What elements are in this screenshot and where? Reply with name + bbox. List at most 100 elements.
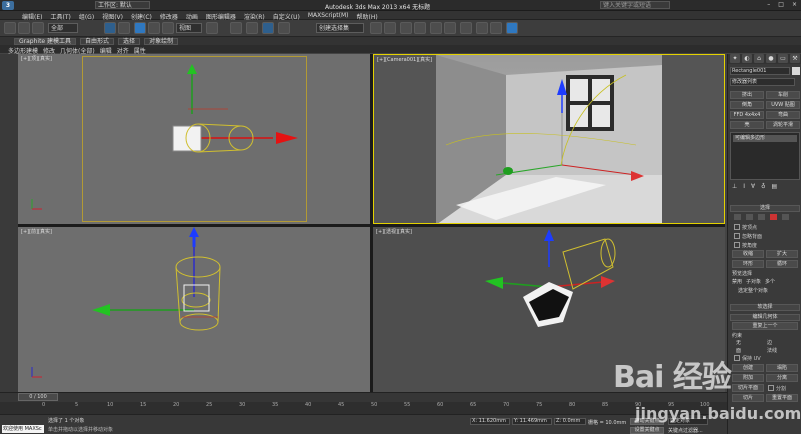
maximize-button[interactable]: □ [778,1,784,8]
rollout-selection[interactable]: 选择 [730,205,800,212]
object-name-field[interactable]: Rectangle001 [730,67,790,75]
named-selection-sets[interactable]: 创建选择集 [316,23,364,33]
create-tab-icon[interactable]: ✦ [730,54,740,63]
preview-multi-radio[interactable]: 多个 [765,278,775,285]
selection-info: 选定整个对象 [738,288,769,294]
shrink-button[interactable]: 收缩 [732,250,764,258]
collapse-button[interactable]: 塌陷 [766,364,798,372]
ffd-button[interactable]: FFD 4x4x4 [730,111,764,119]
stack-item[interactable]: 可编辑多边形 [733,135,797,142]
app-logo-icon[interactable]: 3 [2,1,14,10]
by-angle-checkbox[interactable]: 按角度 [734,242,757,249]
extrude-button[interactable]: 挤出 [730,91,764,99]
minimize-button[interactable]: – [767,1,770,8]
link-icon[interactable] [32,22,44,34]
reset-plane-button[interactable]: 重置平面 [766,394,798,402]
split-checkbox[interactable]: 分割 [768,385,786,392]
repeat-last-button[interactable]: 重复上一个 [732,322,798,330]
display-tab-icon[interactable]: ▭ [778,54,788,63]
close-button[interactable]: × [792,1,797,8]
modify-tab-icon[interactable]: ◐ [742,54,752,63]
maxscript-listener[interactable]: 欢迎使用 MAXSc [2,425,44,433]
y-coordinate-field[interactable]: Y: 11.469mm [512,418,552,425]
pin-stack-icon[interactable]: ⊥ [732,183,737,191]
constraint-none-radio[interactable]: 无 [736,339,767,346]
redo-icon[interactable] [18,22,30,34]
detach-button[interactable]: 分离 [766,374,798,382]
by-vertex-checkbox[interactable]: 按顶点 [734,224,757,231]
object-color-swatch[interactable] [792,67,800,75]
viewport-label-camera[interactable]: [+][Camera001][真实] [377,56,432,63]
render-setup-icon[interactable] [476,22,488,34]
viewport-camera[interactable]: [+][Camera001][真实] [373,54,725,224]
rollout-soft-selection[interactable]: 软选择 [730,304,800,311]
loop-button[interactable]: 循环 [766,260,798,268]
remove-modifier-icon[interactable]: ♁ [761,183,765,191]
hierarchy-tab-icon[interactable]: ⌂ [754,54,764,63]
bevel-button[interactable]: 倒角 [730,101,764,109]
tab-selection[interactable]: 选择 [118,38,141,45]
bend-button[interactable]: 弯曲 [766,111,800,119]
x-coordinate-field[interactable]: X: 11.620mm [470,418,510,425]
show-end-result-icon[interactable]: I [743,183,745,191]
preview-subobject-radio[interactable]: 子对象 [746,278,761,285]
workspace-dropdown[interactable]: 工作区: 默认 [95,1,150,9]
constraint-edge-radio[interactable]: 边 [767,339,798,346]
grow-button[interactable]: 扩大 [766,250,798,258]
rollout-edit-geometry[interactable]: 编辑几何体 [730,314,800,321]
percent-snap-icon[interactable] [262,22,274,34]
ignore-backfacing-checkbox[interactable]: 忽略背面 [734,233,762,240]
schematic-view-icon[interactable] [444,22,456,34]
modifier-list-dropdown[interactable]: 修改器列表 [730,78,795,86]
utilities-tab-icon[interactable]: ⚒ [790,54,800,63]
material-editor-icon[interactable] [460,22,472,34]
graphite-toggle-icon[interactable] [414,22,426,34]
layer-manager-icon[interactable] [400,22,412,34]
z-coordinate-field[interactable]: Z: 0.0mm [554,418,586,425]
select-object-icon[interactable] [104,22,116,34]
key-filters-button[interactable]: 关键点过滤器... [668,427,703,434]
configure-sets-icon[interactable]: ▤ [772,183,778,191]
baidu-watermark: Bai 经验 jingyan.baidu.com [613,352,801,423]
turbosmooth-button[interactable]: 涡轮平滑 [766,121,800,129]
undo-icon[interactable] [4,22,16,34]
vertex-icon[interactable] [734,214,741,220]
mirror-icon[interactable] [370,22,382,34]
snap-toggle-icon[interactable] [230,22,242,34]
spinner-snap-icon[interactable] [278,22,290,34]
viewport-front[interactable]: [+][前][真实] [18,227,370,392]
watermark-brand: Bai 经验 [613,360,732,395]
shell-button[interactable]: 壳 [730,121,764,129]
rotate-icon[interactable] [148,22,160,34]
rendered-frame-icon[interactable] [490,22,502,34]
select-by-name-icon[interactable] [118,22,130,34]
set-key-button[interactable]: 设置关键点 [630,427,664,434]
make-unique-icon[interactable]: ∀ [751,183,755,191]
reference-coordinate-system[interactable]: 视图 [176,23,202,33]
motion-tab-icon[interactable]: ● [766,54,776,63]
constraint-normal-radio[interactable]: 法线 [767,347,798,354]
pivot-center-icon[interactable] [206,22,218,34]
edge-icon[interactable] [746,214,753,220]
ring-button[interactable]: 环形 [732,260,764,268]
viewport-top[interactable]: [+][顶][真实] [18,54,370,224]
align-icon[interactable] [384,22,396,34]
polygon-icon[interactable] [770,214,777,220]
element-icon[interactable] [782,214,789,220]
select-and-move-icon[interactable] [134,22,146,34]
scale-icon[interactable] [162,22,174,34]
tab-graphite-modeling[interactable]: Graphite 建模工具 [14,38,77,45]
tab-freeform[interactable]: 自由形式 [80,38,115,45]
lathe-button[interactable]: 车削 [766,91,800,99]
curve-editor-icon[interactable] [430,22,442,34]
uvw-map-button[interactable]: UVW 贴图 [766,101,800,109]
border-icon[interactable] [758,214,765,220]
render-production-icon[interactable] [506,22,518,34]
time-slider[interactable]: 0 / 100 [18,393,58,401]
modifier-stack[interactable]: 可编辑多边形 [730,132,800,180]
search-input[interactable]: 键入关键字或短语 [600,1,670,9]
preview-disabled-radio[interactable]: 禁用 [732,278,742,285]
tab-object-paint[interactable]: 对象绘制 [144,38,179,45]
selection-filter[interactable]: 全部 [48,23,78,33]
angle-snap-icon[interactable] [246,22,258,34]
